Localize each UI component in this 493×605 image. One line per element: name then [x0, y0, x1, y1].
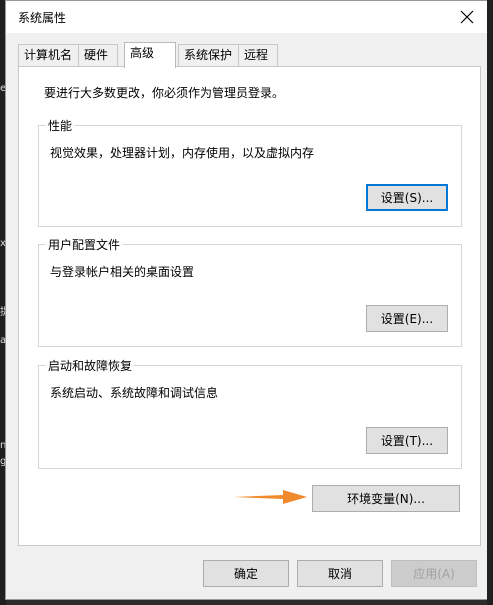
advanced-tab-panel: 要进行大多数更改，你必须作为管理员登录。 性能 视觉效果，处理器计划，内存使用，… [18, 66, 481, 546]
user-profiles-description: 与登录帐户相关的桌面设置 [50, 265, 195, 279]
title-bar[interactable]: 系统属性 [6, 1, 490, 33]
environment-variables-button[interactable]: 环境变量(N)... [312, 485, 460, 512]
tab-hardware[interactable]: 硬件 [78, 44, 118, 66]
performance-settings-button[interactable]: 设置(S)... [366, 184, 448, 211]
window-title: 系统属性 [18, 11, 67, 25]
user-profiles-settings-button[interactable]: 设置(E)... [366, 305, 448, 332]
startup-recovery-title: 启动和故障恢复 [46, 357, 135, 374]
background-right-edge [487, 0, 493, 605]
close-icon [460, 10, 474, 24]
arrow-annotation-icon [233, 490, 307, 504]
startup-recovery-group: 启动和故障恢复 系统启动、系统故障和调试信息 设置(T)... [38, 357, 462, 469]
performance-description: 视觉效果，处理器计划，内存使用，以及虚拟内存 [50, 146, 315, 160]
tab-system-protection[interactable]: 系统保护 [178, 44, 239, 66]
admin-notice: 要进行大多数更改，你必须作为管理员登录。 [44, 86, 285, 100]
user-profiles-title: 用户配置文件 [46, 236, 123, 253]
system-properties-dialog: 系统属性 计算机名 硬件 高级 系统保护 远程 要进行大多数更改，你必须作为管理… [5, 0, 491, 600]
cancel-button[interactable]: 取消 [297, 560, 383, 587]
startup-recovery-description: 系统启动、系统故障和调试信息 [50, 386, 219, 400]
performance-group: 性能 视觉效果，处理器计划，内存使用，以及虚拟内存 设置(S)... [38, 117, 462, 227]
user-profiles-group: 用户配置文件 与登录帐户相关的桌面设置 设置(E)... [38, 236, 462, 347]
ok-button[interactable]: 确定 [203, 560, 289, 587]
close-button[interactable] [444, 1, 490, 33]
tab-computer-name[interactable]: 计算机名 [18, 44, 79, 66]
apply-button[interactable]: 应用(A) [391, 560, 477, 587]
startup-recovery-settings-button[interactable]: 设置(T)... [366, 427, 448, 454]
tab-remote[interactable]: 远程 [238, 44, 278, 66]
performance-title: 性能 [46, 117, 75, 134]
tab-advanced[interactable]: 高级 [124, 42, 176, 68]
